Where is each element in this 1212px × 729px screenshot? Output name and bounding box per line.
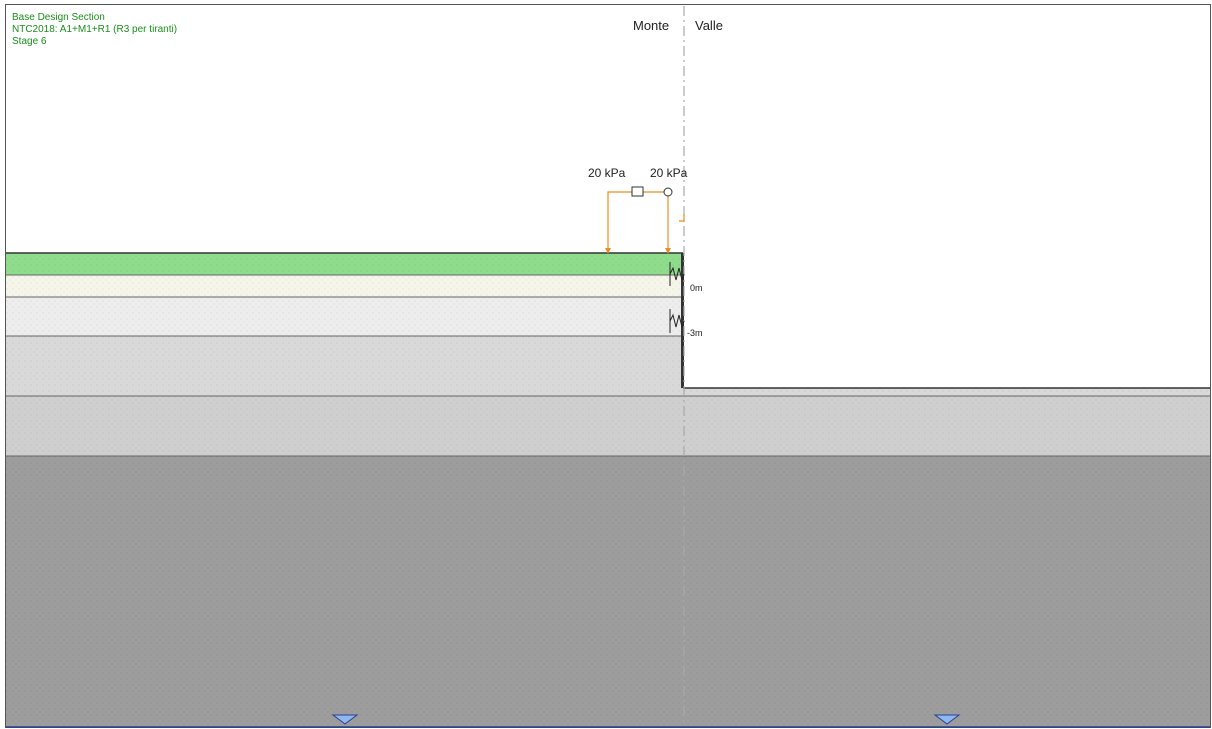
depth-label-0m: 0m: [690, 283, 703, 293]
soil-texture-right-mask: [683, 253, 1210, 388]
depth-label-minus3m: -3m: [687, 328, 703, 338]
stage-label: Stage 6: [12, 36, 47, 47]
section-title: Base Design Section: [12, 12, 105, 23]
load-handle-circle[interactable]: [663, 187, 673, 197]
load-label-right: 20 kPa: [650, 166, 688, 180]
load-handle-square[interactable]: [631, 186, 644, 197]
load-label-left: 20 kPa: [588, 166, 626, 180]
analysis-code: NTC2018: A1+M1+R1 (R3 per tiranti): [12, 24, 178, 35]
side-label-valle: Valle: [695, 18, 723, 33]
side-label-monte: Monte: [633, 18, 670, 33]
section-canvas: [5, 4, 1211, 728]
